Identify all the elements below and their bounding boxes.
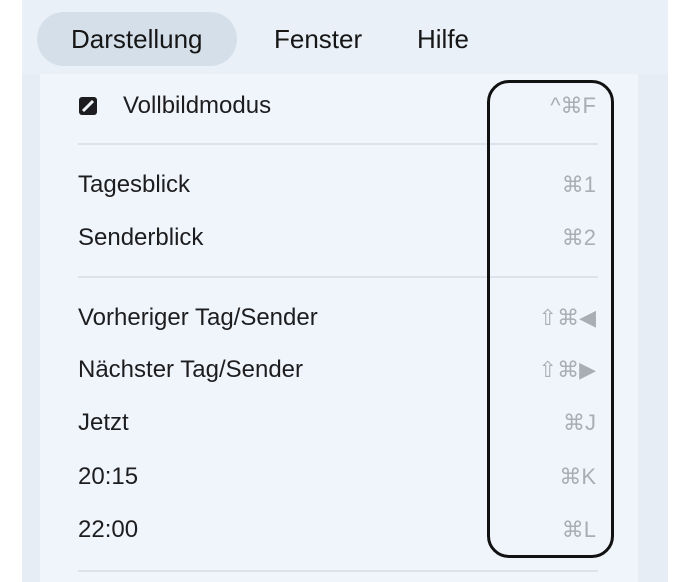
menu-left-edge [22,74,40,582]
menu-item-label: Jetzt [78,409,129,436]
menu-bar: Darstellung Fenster Hilfe [22,0,668,74]
menu-item-label: 22:00 [78,516,139,543]
menu-item-label: Nächster Tag/Sender [78,356,304,383]
menu-darstellung[interactable]: Darstellung [37,12,237,66]
menu-fenster[interactable]: Fenster [274,12,362,66]
menu-separator [78,570,598,572]
menu-item-label: Vollbildmodus [123,92,272,119]
menu-hilfe[interactable]: Hilfe [417,12,469,66]
menu-item-label: Tagesblick [78,171,191,198]
menu-right-edge [638,74,668,582]
menu-item-label: Vorheriger Tag/Sender [78,304,318,331]
menu-item-label: Senderblick [78,224,204,251]
menu-item-label: 20:15 [78,463,139,490]
fullscreen-icon [79,97,97,115]
shortcut-highlight-box [487,80,614,558]
